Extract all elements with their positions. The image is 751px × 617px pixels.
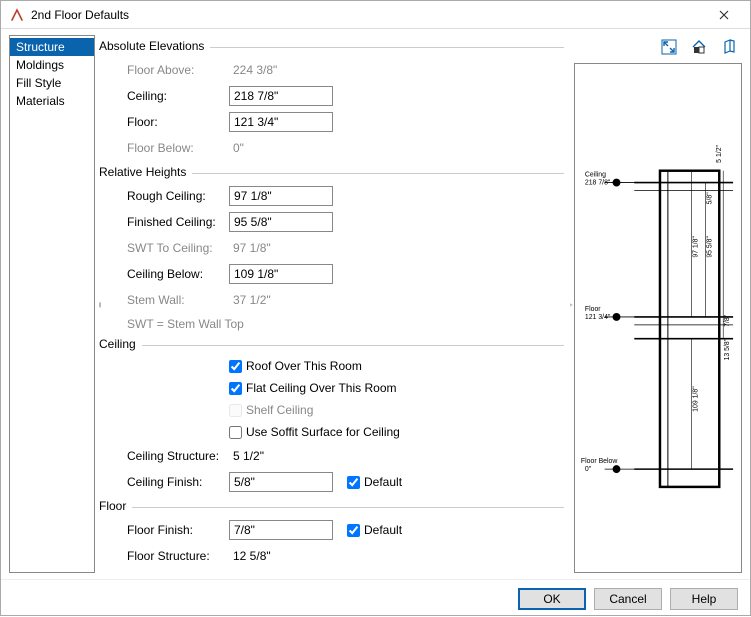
- section-floor: Floor: [99, 499, 564, 513]
- value-floor-structure: 12 5/8": [229, 549, 271, 563]
- check-soffit-surface[interactable]: [229, 426, 242, 439]
- label-swt-to-ceiling: SWT To Ceiling:: [127, 241, 229, 255]
- sidebar-item-fill-style[interactable]: Fill Style: [10, 74, 94, 92]
- svg-text:Ceiling: Ceiling: [585, 172, 606, 179]
- label-stem-wall: Stem Wall:: [127, 293, 229, 307]
- svg-text:Floor: Floor: [585, 306, 601, 313]
- note-swt: SWT = Stem Wall Top: [127, 313, 564, 333]
- svg-text:Floor Below: Floor Below: [581, 458, 617, 465]
- svg-text:7/8": 7/8": [724, 314, 731, 327]
- svg-text:121 3/4": 121 3/4": [585, 314, 611, 321]
- input-ceiling-below[interactable]: [229, 264, 333, 284]
- label-ceiling-finish: Ceiling Finish:: [127, 475, 229, 489]
- cross-section-diagram: Ceiling 218 7/8" Floor 121 3/4" Floor Be…: [575, 64, 741, 562]
- label-floor: Floor:: [127, 115, 229, 129]
- sidebar-item-materials[interactable]: Materials: [10, 92, 94, 110]
- value-floor-above: 224 3/8": [229, 63, 277, 77]
- footer: OK Cancel Help: [1, 579, 750, 617]
- label-floor-finish-default: Default: [364, 523, 402, 537]
- check-shelf-ceiling: [229, 404, 242, 417]
- titlebar: 2nd Floor Defaults: [1, 1, 750, 29]
- value-stem-wall: 37 1/2": [229, 293, 271, 307]
- label-floor-finish: Floor Finish:: [127, 523, 229, 537]
- svg-text:95 5/8": 95 5/8": [706, 235, 713, 257]
- value-floor-below: 0": [229, 141, 244, 155]
- sheet-icon[interactable]: [718, 36, 740, 58]
- label-floor-above: Floor Above:: [127, 63, 229, 77]
- splitter-left[interactable]: ◂: [99, 289, 101, 319]
- input-ceiling-finish[interactable]: [229, 472, 333, 492]
- label-soffit-surface: Use Soffit Surface for Ceiling: [246, 425, 400, 439]
- preview-pane[interactable]: Ceiling 218 7/8" Floor 121 3/4" Floor Be…: [574, 63, 742, 573]
- label-finished-ceiling: Finished Ceiling:: [127, 215, 229, 229]
- preview-toolbar: [574, 35, 742, 59]
- input-ceiling[interactable]: [229, 86, 333, 106]
- input-finished-ceiling[interactable]: [229, 212, 333, 232]
- section-relative-heights: Relative Heights: [99, 165, 564, 179]
- input-rough-ceiling[interactable]: [229, 186, 333, 206]
- value-swt-to-ceiling: 97 1/8": [229, 241, 271, 255]
- sidebar-item-structure[interactable]: Structure: [10, 38, 94, 56]
- close-button[interactable]: [704, 4, 744, 26]
- check-flat-ceiling[interactable]: [229, 382, 242, 395]
- label-ceiling-below: Ceiling Below:: [127, 267, 229, 281]
- label-rough-ceiling: Rough Ceiling:: [127, 189, 229, 203]
- app-icon: [9, 7, 25, 23]
- input-floor-finish[interactable]: [229, 520, 333, 540]
- svg-text:5 1/2": 5 1/2": [716, 144, 723, 162]
- label-shelf-ceiling: Shelf Ceiling: [246, 403, 313, 417]
- label-floor-structure: Floor Structure:: [127, 549, 229, 563]
- expand-icon[interactable]: [658, 36, 680, 58]
- section-absolute-elevations: Absolute Elevations: [99, 39, 564, 53]
- label-floor-below: Floor Below:: [127, 141, 229, 155]
- svg-text:218 7/8": 218 7/8": [585, 180, 611, 187]
- svg-text:0": 0": [585, 466, 592, 473]
- ok-button[interactable]: OK: [518, 588, 586, 610]
- label-ceiling: Ceiling:: [127, 89, 229, 103]
- cancel-button[interactable]: Cancel: [594, 588, 662, 610]
- check-roof-over[interactable]: [229, 360, 242, 373]
- sidebar: Structure Moldings Fill Style Materials: [9, 35, 95, 573]
- label-ceiling-finish-default: Default: [364, 475, 402, 489]
- value-ceiling-structure: 5 1/2": [229, 449, 264, 463]
- label-flat-ceiling: Flat Ceiling Over This Room: [246, 381, 397, 395]
- sidebar-item-moldings[interactable]: Moldings: [10, 56, 94, 74]
- help-button[interactable]: Help: [670, 588, 738, 610]
- label-ceiling-structure: Ceiling Structure:: [127, 449, 229, 463]
- svg-text:5/8": 5/8": [706, 192, 713, 205]
- svg-text:97 1/8": 97 1/8": [693, 235, 700, 257]
- check-ceiling-finish-default[interactable]: [347, 476, 360, 489]
- house-icon[interactable]: [688, 36, 710, 58]
- form-panel: ◂ ▸ Absolute Elevations Floor Above: 224…: [99, 35, 574, 573]
- section-ceiling: Ceiling: [99, 337, 564, 351]
- input-floor[interactable]: [229, 112, 333, 132]
- check-floor-finish-default[interactable]: [347, 524, 360, 537]
- label-roof-over: Roof Over This Room: [246, 359, 362, 373]
- svg-text:109 1/8": 109 1/8": [693, 386, 700, 412]
- svg-text:13 5/8": 13 5/8": [724, 338, 731, 360]
- window-title: 2nd Floor Defaults: [31, 8, 704, 22]
